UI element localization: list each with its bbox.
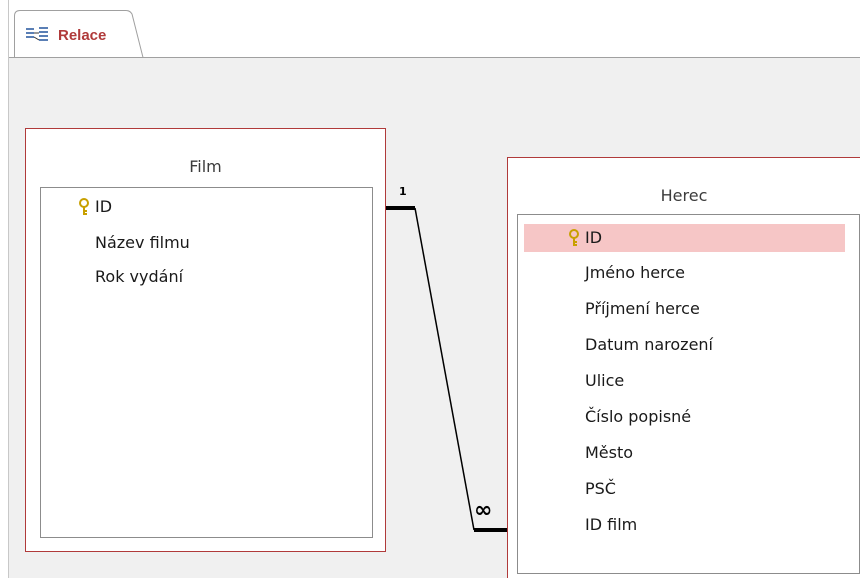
field-herec-datum[interactable]: Datum narození (518, 331, 859, 359)
field-name: Příjmení herce (585, 299, 700, 318)
field-name: Název filmu (95, 233, 190, 252)
field-film-id[interactable]: ID (41, 193, 372, 221)
primary-key-icon (77, 198, 91, 216)
table-herec[interactable]: Herec ID Jméno herce Příjmení herce Datu… (507, 157, 860, 578)
field-herec-id[interactable]: ID (524, 224, 845, 252)
field-name: PSČ (585, 479, 616, 498)
field-name: Rok vydání (95, 267, 184, 286)
table-film-field-list[interactable]: ID Název filmu Rok vydání (40, 187, 373, 538)
field-name: Město (585, 443, 634, 462)
field-herec-ulice[interactable]: Ulice (518, 367, 859, 395)
field-name: Jméno herce (585, 263, 686, 282)
field-name: ID (95, 197, 113, 216)
relationship-connector (414, 207, 475, 531)
field-name: ID film (585, 515, 638, 534)
field-name: Ulice (585, 371, 625, 390)
field-herec-psc[interactable]: PSČ (518, 475, 859, 503)
field-herec-jmeno[interactable]: Jméno herce (518, 259, 859, 287)
table-film[interactable]: Film ID Název filmu Rok vydání (25, 128, 386, 552)
field-name: Datum narození (585, 335, 713, 354)
table-herec-title: Herec (660, 186, 708, 205)
field-name: Číslo popisné (585, 407, 692, 426)
field-film-rok[interactable]: Rok vydání (41, 263, 372, 291)
table-film-title: Film (189, 157, 222, 176)
field-film-nazev[interactable]: Název filmu (41, 229, 372, 257)
table-herec-field-list[interactable]: ID Jméno herce Příjmení herce Datum naro… (517, 214, 860, 574)
field-herec-id-film[interactable]: ID film (518, 511, 859, 539)
field-herec-mesto[interactable]: Město (518, 439, 859, 467)
field-name: ID (585, 228, 603, 247)
one-side-label: 1 (399, 185, 407, 198)
primary-key-icon (567, 229, 581, 247)
many-side-label: ∞ (474, 498, 493, 523)
field-herec-prijmeni[interactable]: Příjmení herce (518, 295, 859, 323)
field-herec-cislo[interactable]: Číslo popisné (518, 403, 859, 431)
